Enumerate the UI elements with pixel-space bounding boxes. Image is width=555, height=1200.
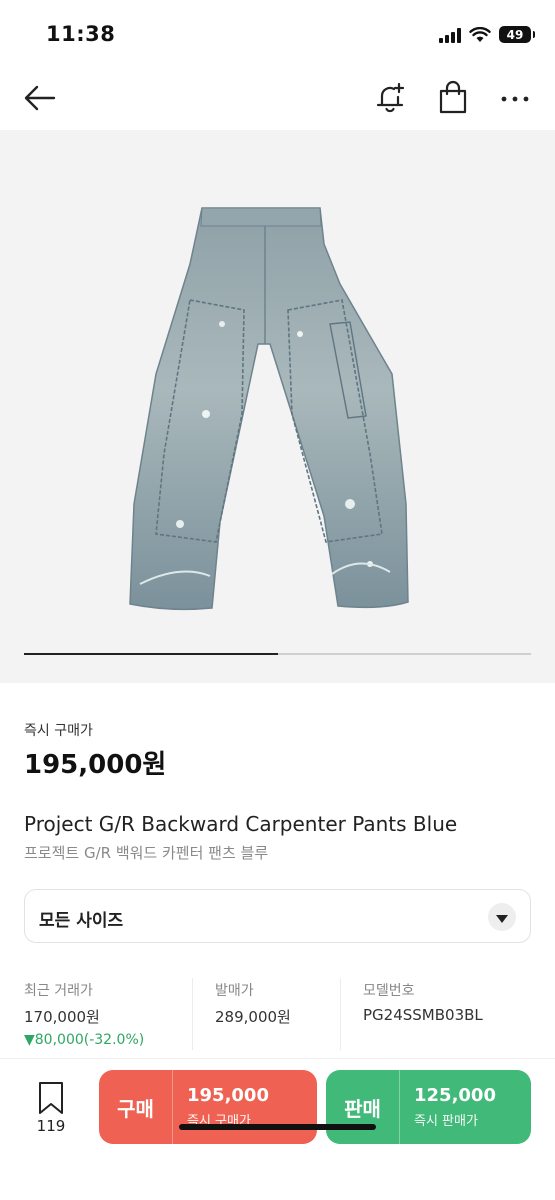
bottom-action-bar: 119 구매 195,000 즉시 구매가 판매 125,000 즉시 판매가 [0, 1058, 555, 1200]
wishlist-button[interactable]: 119 [24, 1079, 78, 1139]
battery-icon: 49 [499, 26, 535, 43]
recent-trade-info[interactable]: 최근 거래가 170,000원 ▼80,000(-32.0%) [24, 978, 192, 1050]
signal-icon [439, 27, 461, 43]
status-bar: 11:38 49 [0, 0, 555, 70]
size-select-label: 모든 사이즈 [39, 911, 124, 931]
status-icons: 49 [439, 26, 535, 43]
release-price: 289,000원 [215, 1008, 291, 1026]
image-progress-bar [24, 653, 531, 655]
more-icon[interactable] [498, 80, 532, 116]
chevron-down-icon [488, 903, 516, 931]
recent-trade-price: 170,000원 [24, 1008, 100, 1026]
wishlist-count: 119 [36, 1117, 66, 1135]
product-title-ko: 프로젝트 G/R 백워드 카펜터 팬츠 블루 [24, 844, 269, 862]
shopping-bag-icon[interactable] [436, 80, 470, 116]
home-indicator [179, 1124, 376, 1130]
model-number-label: 모델번호 [363, 983, 415, 999]
buy-label: 구매 [99, 1070, 173, 1144]
image-progress-fill [24, 653, 278, 655]
size-select[interactable]: 모든 사이즈 [24, 889, 531, 943]
bell-plus-icon[interactable] [372, 80, 408, 116]
model-number-info: 모델번호 PG24SSMB03BL [340, 978, 531, 1050]
buy-button[interactable]: 구매 195,000 즉시 구매가 [99, 1070, 317, 1144]
sell-label: 판매 [326, 1070, 400, 1144]
model-number: PG24SSMB03BL [363, 1006, 483, 1024]
product-image-carousel[interactable] [0, 130, 555, 683]
bookmark-icon [39, 1082, 63, 1114]
product-image [129, 207, 409, 611]
instant-buy-price-label: 즉시 구매가 [24, 723, 93, 739]
sell-button[interactable]: 판매 125,000 즉시 판매가 [326, 1070, 531, 1144]
status-time: 11:38 [46, 22, 116, 46]
back-arrow-icon[interactable] [22, 82, 58, 114]
price-change: ▼80,000(-32.0%) [24, 1032, 145, 1048]
release-price-info: 발매가 289,000원 [192, 978, 340, 1050]
release-price-label: 발매가 [215, 983, 254, 999]
wifi-icon [469, 26, 491, 42]
sell-price: 125,000 [414, 1085, 496, 1106]
product-title-en: Project G/R Backward Carpenter Pants Blu… [24, 812, 458, 836]
buy-price: 195,000 [187, 1085, 269, 1106]
product-info-grid: 최근 거래가 170,000원 ▼80,000(-32.0%) 발매가 289,… [24, 978, 531, 1050]
instant-buy-price: 195,000원 [24, 750, 167, 780]
recent-trade-label: 최근 거래가 [24, 983, 93, 999]
sell-sublabel: 즉시 판매가 [414, 1114, 478, 1129]
nav-bar [0, 70, 555, 128]
